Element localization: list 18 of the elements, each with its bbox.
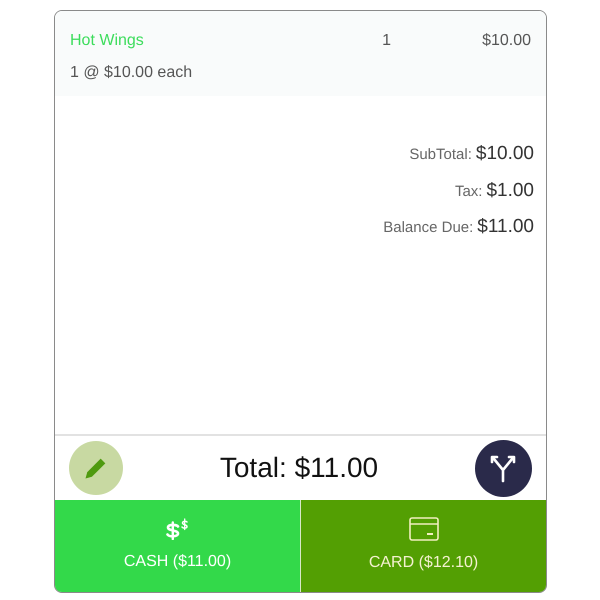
dollar-icon xyxy=(164,518,190,540)
total-amount: Total: $11.00 xyxy=(220,451,378,485)
edit-button[interactable] xyxy=(69,441,123,495)
summary-value: $10.00 xyxy=(476,142,534,166)
order-item[interactable]: Hot Wings 1 $10.00 1 @ $10.00 each xyxy=(55,11,546,96)
payment-button[interactable]: CARD ($12.10) xyxy=(300,500,546,592)
item-price: $10.00 xyxy=(482,31,531,51)
summary-value: $1.00 xyxy=(486,178,534,202)
payment-button[interactable]: CASH ($11.00) xyxy=(55,500,300,592)
summary-label: Balance Due: xyxy=(383,218,474,238)
item-detail: 1 @ $10.00 each xyxy=(70,63,194,83)
summary-label: Tax: xyxy=(454,182,482,202)
summary-label: SubTotal: xyxy=(409,145,472,165)
item-name: Hot Wings xyxy=(70,31,145,51)
split-arrows-icon xyxy=(490,453,516,483)
summary-value: $11.00 xyxy=(477,215,534,239)
credit-card-icon xyxy=(408,517,438,541)
item-quantity: 1 xyxy=(382,31,392,51)
